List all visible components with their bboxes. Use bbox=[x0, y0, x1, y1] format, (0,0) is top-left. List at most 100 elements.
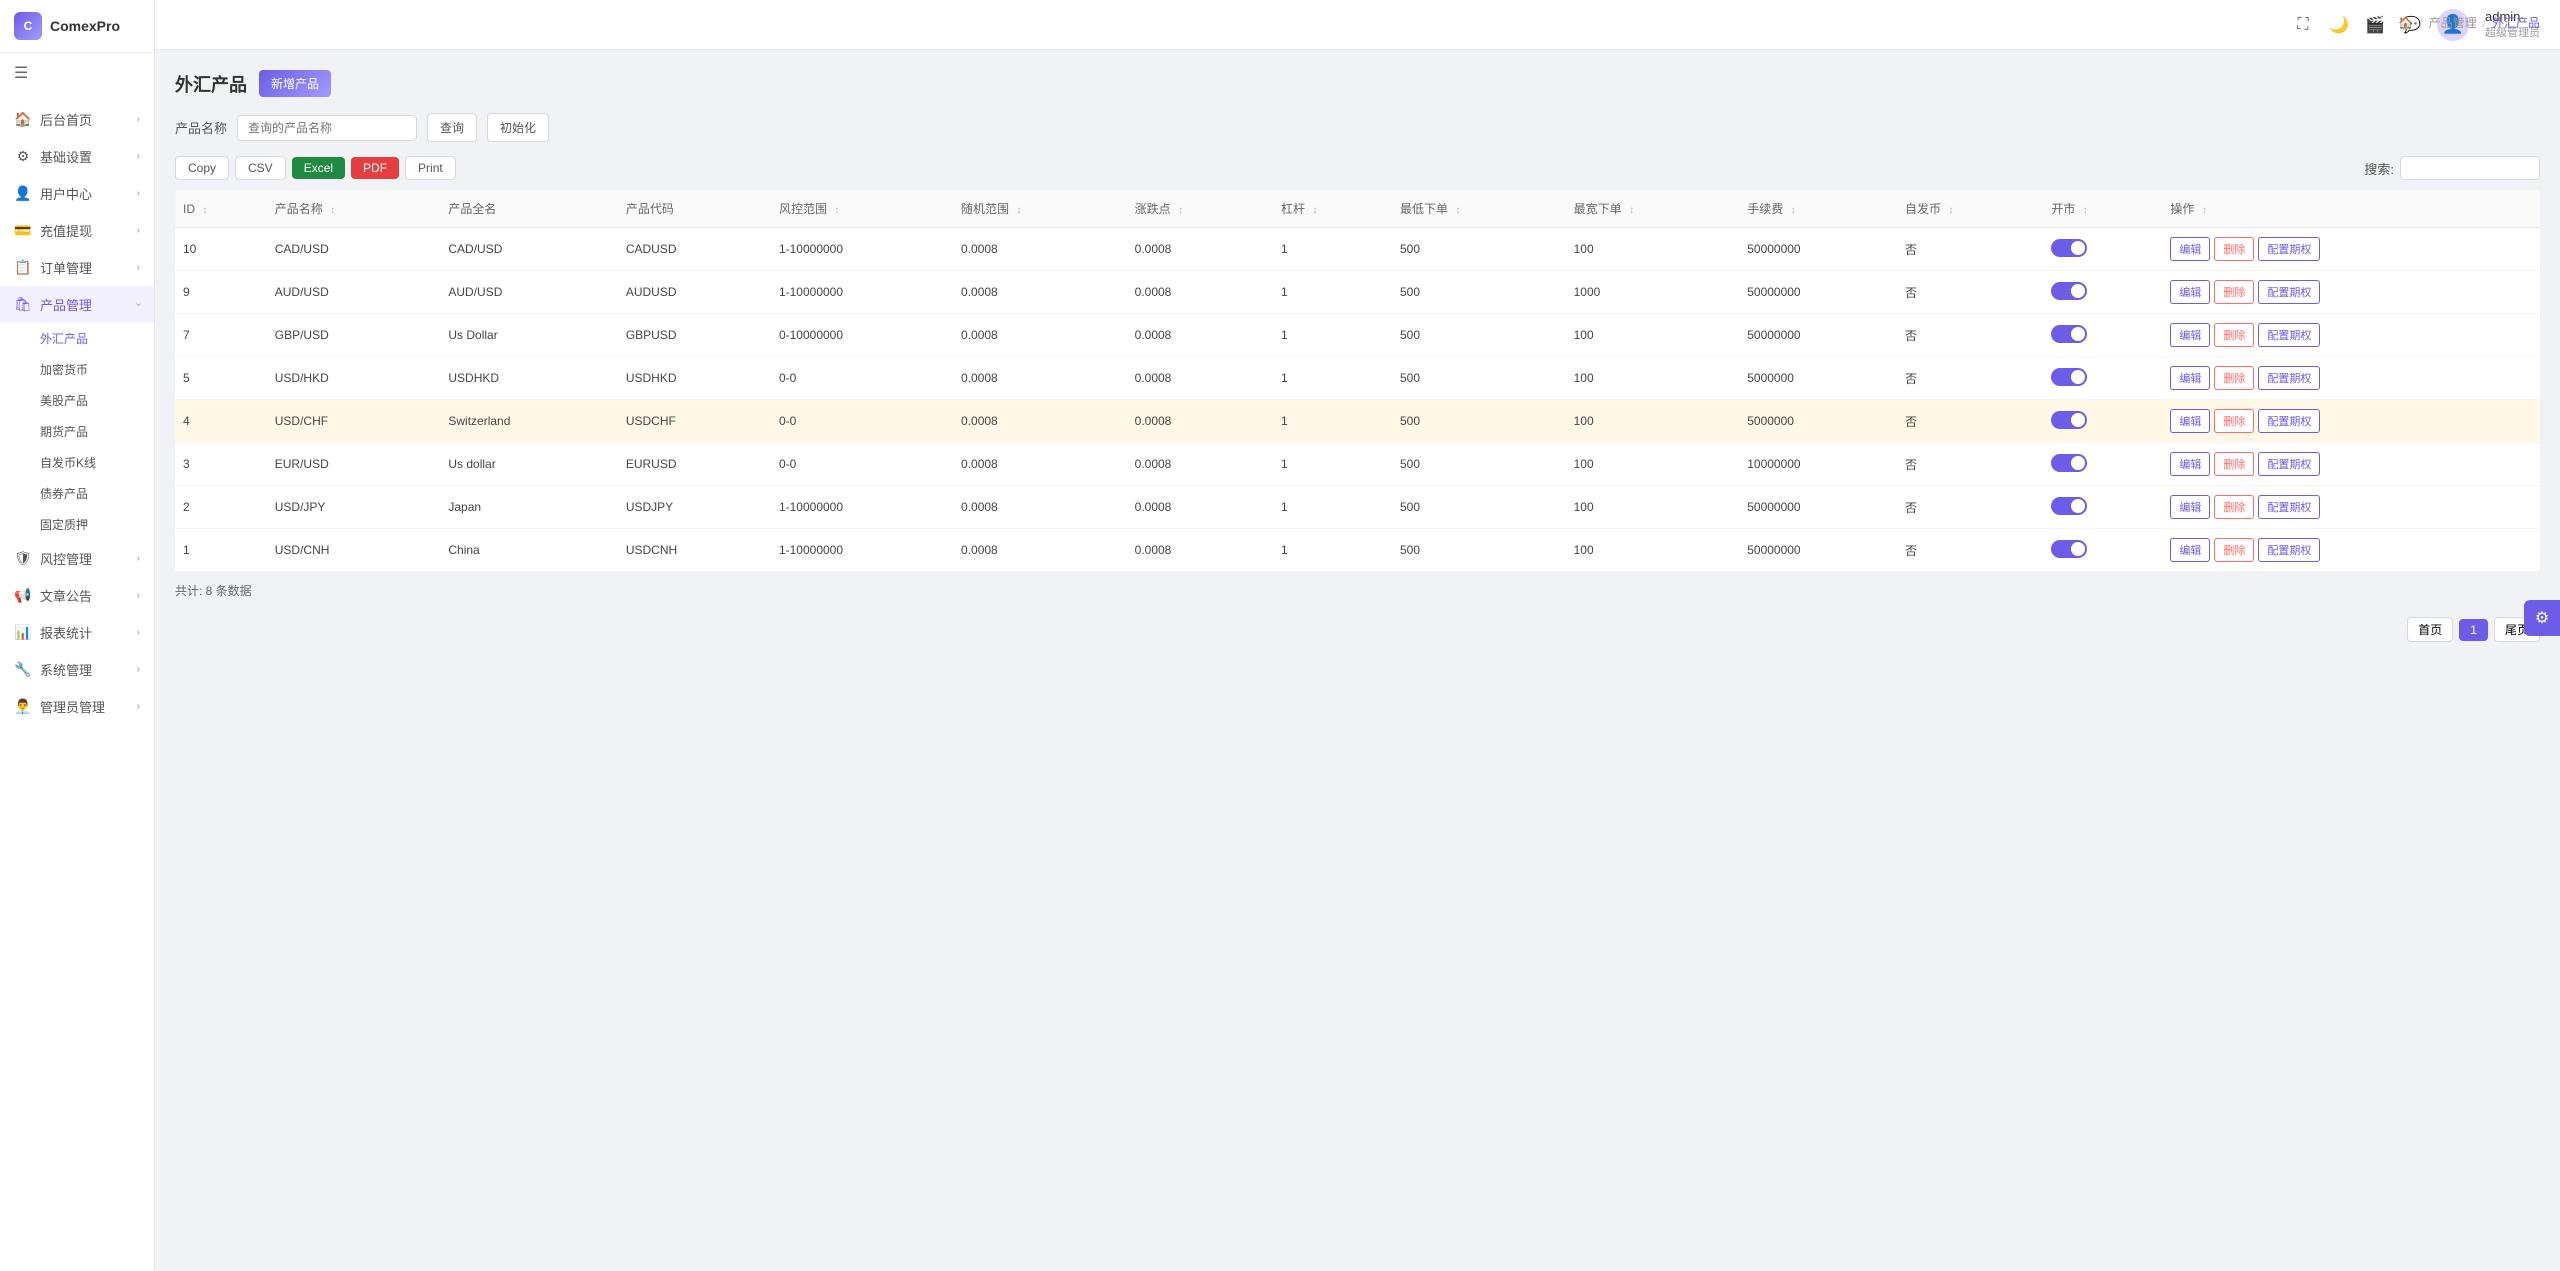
search-button[interactable]: 查询 bbox=[427, 113, 477, 142]
logo: C ComexPro bbox=[0, 0, 154, 53]
excel-button[interactable]: Excel bbox=[292, 157, 345, 179]
sidebar-sub-item-forex[interactable]: 外汇产品 bbox=[40, 323, 154, 354]
hamburger-icon: ☰ bbox=[14, 65, 28, 82]
report-icon: 📊 bbox=[14, 624, 32, 642]
open-market-toggle[interactable] bbox=[2051, 282, 2087, 300]
sidebar-item-risk-mgmt[interactable]: 🛡 风控管理 › bbox=[0, 540, 154, 577]
add-product-button[interactable]: 新增产品 bbox=[259, 70, 331, 97]
sidebar-item-user-center[interactable]: 👤 用户中心 › bbox=[0, 175, 154, 212]
delete-button[interactable]: 删除 bbox=[2214, 452, 2254, 476]
cell-max-order: 100 bbox=[1566, 529, 1740, 572]
open-market-toggle[interactable] bbox=[2051, 368, 2087, 386]
delete-button[interactable]: 删除 bbox=[2214, 280, 2254, 304]
open-market-toggle[interactable] bbox=[2051, 540, 2087, 558]
delete-button[interactable]: 删除 bbox=[2214, 409, 2254, 433]
sidebar-sub-item-fixed-pledge[interactable]: 固定质押 bbox=[40, 509, 154, 540]
sidebar-item-recharge[interactable]: 💳 充值提现 › bbox=[0, 212, 154, 249]
cell-code: USDCNH bbox=[618, 529, 771, 572]
reset-button[interactable]: 初始化 bbox=[487, 113, 549, 142]
table-search-input[interactable] bbox=[2400, 156, 2540, 180]
arrow-icon: › bbox=[137, 262, 140, 273]
config-button[interactable]: 配置期权 bbox=[2258, 280, 2320, 304]
sidebar-item-dashboard[interactable]: 🏠 后台首页 › bbox=[0, 101, 154, 138]
edit-button[interactable]: 编辑 bbox=[2170, 495, 2210, 519]
sidebar-item-admin-mgmt[interactable]: 👨‍💼 管理员管理 › bbox=[0, 688, 154, 725]
copy-button[interactable]: Copy bbox=[175, 156, 229, 180]
csv-button[interactable]: CSV bbox=[235, 156, 286, 180]
config-button[interactable]: 配置期权 bbox=[2258, 538, 2320, 562]
config-button[interactable]: 配置期权 bbox=[2258, 237, 2320, 261]
sidebar-item-basic-settings[interactable]: ⚙ 基础设置 › bbox=[0, 138, 154, 175]
config-button[interactable]: 配置期权 bbox=[2258, 323, 2320, 347]
sidebar-item-order-mgmt[interactable]: 📋 订单管理 › bbox=[0, 249, 154, 286]
cell-spread: 0.0008 bbox=[1127, 314, 1273, 357]
cell-leverage: 1 bbox=[1273, 357, 1392, 400]
sidebar-item-system-mgmt[interactable]: 🔧 系统管理 › bbox=[0, 651, 154, 688]
delete-button[interactable]: 删除 bbox=[2214, 538, 2254, 562]
cell-spread: 0.0008 bbox=[1127, 357, 1273, 400]
cell-name: GBP/USD bbox=[267, 314, 441, 357]
edit-button[interactable]: 编辑 bbox=[2170, 237, 2210, 261]
edit-button[interactable]: 编辑 bbox=[2170, 452, 2210, 476]
edit-button[interactable]: 编辑 bbox=[2170, 366, 2210, 390]
sidebar-item-product-mgmt[interactable]: 🛍 产品管理 › bbox=[0, 286, 154, 323]
action-buttons: 编辑 删除 配置期权 bbox=[2170, 452, 2532, 476]
breadcrumb-home-icon[interactable]: 🏠 bbox=[2398, 16, 2413, 30]
open-market-toggle[interactable] bbox=[2051, 239, 2087, 257]
edit-button[interactable]: 编辑 bbox=[2170, 280, 2210, 304]
config-button[interactable]: 配置期权 bbox=[2258, 366, 2320, 390]
edit-button[interactable]: 编辑 bbox=[2170, 409, 2210, 433]
cell-full-name: Us Dollar bbox=[440, 314, 617, 357]
sidebar-sub-item-us-stocks[interactable]: 美股产品 bbox=[40, 385, 154, 416]
breadcrumb-product-mgmt[interactable]: 产品管理 bbox=[2429, 14, 2477, 31]
open-market-toggle[interactable] bbox=[2051, 497, 2087, 515]
col-risk-range: 风控范围 ↕ bbox=[771, 190, 953, 228]
edit-button[interactable]: 编辑 bbox=[2170, 323, 2210, 347]
open-market-toggle[interactable] bbox=[2051, 325, 2087, 343]
edit-button[interactable]: 编辑 bbox=[2170, 538, 2210, 562]
sidebar-item-announcement[interactable]: 📢 文章公告 › bbox=[0, 577, 154, 614]
sidebar-sub-item-bonds[interactable]: 债券产品 bbox=[40, 478, 154, 509]
cell-id: 10 bbox=[175, 228, 267, 271]
menu-toggle[interactable]: ☰ bbox=[0, 53, 154, 93]
delete-button[interactable]: 删除 bbox=[2214, 237, 2254, 261]
config-button[interactable]: 配置期权 bbox=[2258, 495, 2320, 519]
cell-min-order: 500 bbox=[1392, 400, 1566, 443]
sidebar-sub-item-crypto[interactable]: 加密货币 bbox=[40, 354, 154, 385]
sidebar-sub-item-self-coin[interactable]: 自发币K线 bbox=[40, 447, 154, 478]
delete-button[interactable]: 删除 bbox=[2214, 323, 2254, 347]
sidebar-sub-item-futures[interactable]: 期货产品 bbox=[40, 416, 154, 447]
page-header: 外汇产品 新增产品 bbox=[175, 70, 2540, 97]
open-market-toggle[interactable] bbox=[2051, 454, 2087, 472]
fullscreen-icon[interactable]: ⛶ bbox=[2293, 15, 2313, 35]
sidebar-item-label: 系统管理 bbox=[40, 660, 137, 679]
settings-fab[interactable]: ⚙ bbox=[2524, 600, 2560, 636]
open-market-toggle[interactable] bbox=[2051, 411, 2087, 429]
page-1-button[interactable]: 1 bbox=[2459, 619, 2488, 641]
print-button[interactable]: Print bbox=[405, 156, 456, 180]
cell-open-market bbox=[2043, 400, 2162, 443]
search-input[interactable] bbox=[237, 115, 417, 141]
sidebar-item-report-stats[interactable]: 📊 报表统计 › bbox=[0, 614, 154, 651]
cell-currency: 否 bbox=[1897, 357, 2043, 400]
config-button[interactable]: 配置期权 bbox=[2258, 409, 2320, 433]
dark-mode-icon[interactable]: 🌙 bbox=[2329, 15, 2349, 35]
cell-id: 4 bbox=[175, 400, 267, 443]
cell-min-order: 500 bbox=[1392, 486, 1566, 529]
cell-fee: 50000000 bbox=[1739, 486, 1897, 529]
cell-leverage: 1 bbox=[1273, 486, 1392, 529]
delete-button[interactable]: 删除 bbox=[2214, 366, 2254, 390]
cell-full-name: CAD/USD bbox=[440, 228, 617, 271]
cell-fee: 50000000 bbox=[1739, 228, 1897, 271]
config-button[interactable]: 配置期权 bbox=[2258, 452, 2320, 476]
action-buttons: 编辑 删除 配置期权 bbox=[2170, 366, 2532, 390]
video-icon[interactable]: 🎬 bbox=[2365, 15, 2385, 35]
arrow-icon: › bbox=[137, 151, 140, 162]
arrow-icon: › bbox=[137, 701, 140, 712]
first-page-button[interactable]: 首页 bbox=[2407, 617, 2453, 642]
cell-full-name: AUD/USD bbox=[440, 271, 617, 314]
pdf-button[interactable]: PDF bbox=[351, 157, 399, 179]
delete-button[interactable]: 删除 bbox=[2214, 495, 2254, 519]
cell-risk-range: 0-0 bbox=[771, 357, 953, 400]
col-id: ID ↕ bbox=[175, 190, 267, 228]
